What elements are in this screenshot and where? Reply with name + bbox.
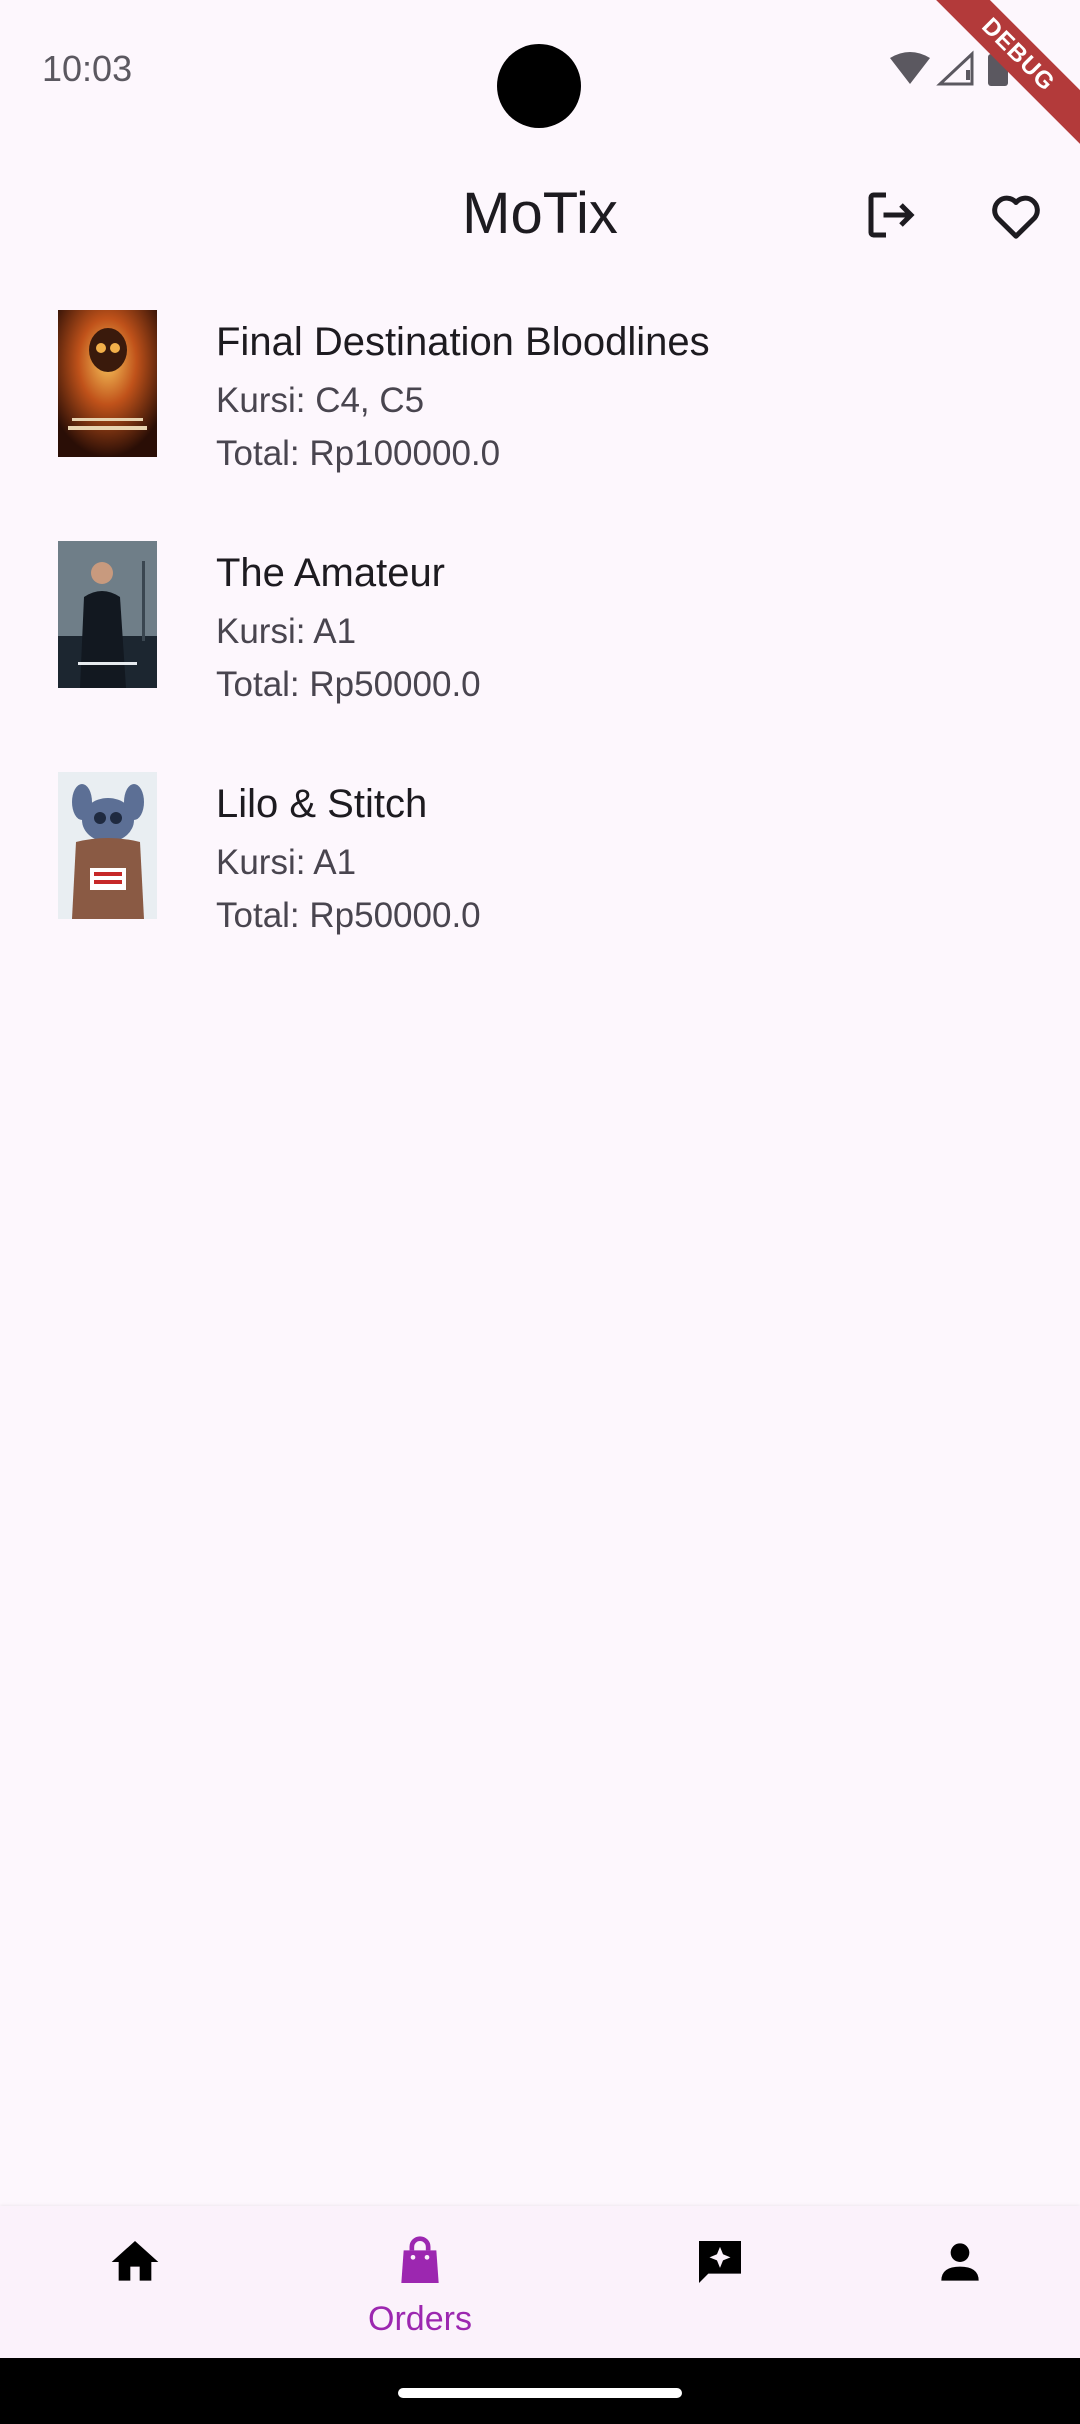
movie-poster xyxy=(58,772,157,919)
order-item[interactable]: The Amateur Kursi: A1 Total: Rp50000.0 xyxy=(0,531,1080,762)
app-bar: MoTix xyxy=(0,160,1080,270)
movie-title: Lilo & Stitch xyxy=(216,782,428,826)
nav-item-profile[interactable] xyxy=(825,2206,1080,2358)
shopping-bag-icon xyxy=(401,2236,439,2283)
movie-title: Final Destination Bloodlines xyxy=(216,320,710,364)
home-icon xyxy=(111,2241,159,2281)
gesture-bar xyxy=(0,2358,1080,2424)
favorites-button[interactable] xyxy=(981,180,1051,250)
status-bar: 10:03 xyxy=(0,0,1080,140)
status-time: 10:03 xyxy=(42,48,133,89)
logout-button[interactable] xyxy=(856,180,926,250)
bottom-navigation: Orders xyxy=(0,2206,1080,2358)
order-item[interactable]: Final Destination Bloodlines Kursi: C4, … xyxy=(0,300,1080,531)
heart-outline-icon xyxy=(992,195,1040,239)
camera-cutout xyxy=(497,44,581,128)
nav-item-reviews[interactable] xyxy=(585,2206,855,2358)
seats-text: Kursi: A1 xyxy=(216,843,357,882)
debug-label: DEBUG xyxy=(920,0,1080,154)
total-text: Total: Rp50000.0 xyxy=(216,896,481,935)
total-text: Total: Rp50000.0 xyxy=(216,665,481,704)
person-icon xyxy=(941,2243,979,2281)
movie-title: The Amateur xyxy=(216,551,446,595)
order-item[interactable]: Lilo & Stitch Kursi: A1 Total: Rp50000.0 xyxy=(0,762,1080,993)
nav-item-home[interactable] xyxy=(0,2206,270,2358)
movie-poster xyxy=(58,541,157,688)
seats-text: Kursi: C4, C5 xyxy=(216,381,425,420)
seats-text: Kursi: A1 xyxy=(216,612,357,651)
total-text: Total: Rp100000.0 xyxy=(216,434,501,473)
debug-banner: DEBUG xyxy=(920,0,1080,160)
home-indicator[interactable] xyxy=(398,2388,682,2398)
review-icon xyxy=(699,2241,741,2283)
nav-label-orders: Orders xyxy=(368,2300,472,2338)
orders-list: Final Destination Bloodlines Kursi: C4, … xyxy=(0,300,1080,993)
movie-poster xyxy=(58,310,157,457)
nav-item-orders[interactable]: Orders xyxy=(285,2206,555,2358)
logout-icon xyxy=(868,192,915,238)
